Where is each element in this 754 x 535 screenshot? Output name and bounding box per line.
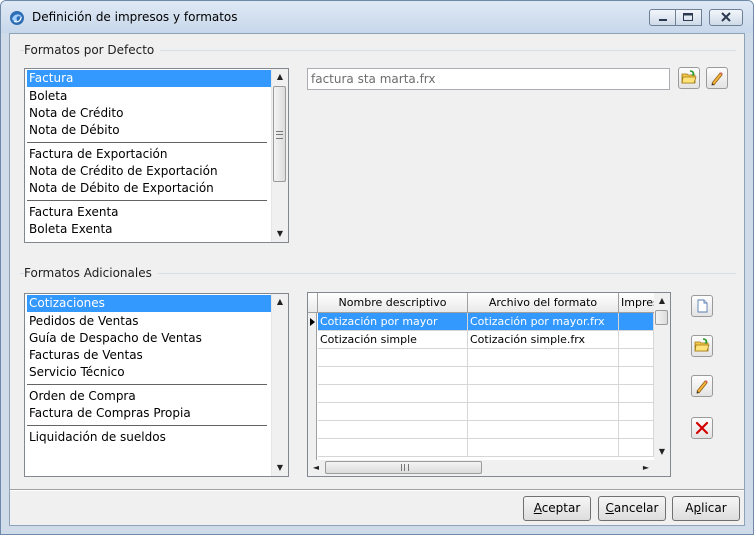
edit-default-format-button[interactable] xyxy=(706,67,728,89)
footer-separator xyxy=(10,489,744,491)
grid-row-empty[interactable] xyxy=(318,421,654,439)
accept-button[interactable]: Aceptar xyxy=(523,496,591,521)
list-separator xyxy=(27,384,267,385)
minimize-button[interactable] xyxy=(649,9,676,26)
list-item-factura[interactable]: Factura xyxy=(27,70,271,87)
scroll-thumb[interactable] xyxy=(273,86,286,182)
grid-cell-printer[interactable] xyxy=(619,331,654,348)
scroll-corner xyxy=(654,460,670,476)
default-formats-list[interactable]: Factura Boleta Nota de Crédito Nota de D… xyxy=(24,68,289,243)
delete-x-icon xyxy=(695,421,709,435)
column-header-archivo[interactable]: Archivo del formato xyxy=(468,293,619,312)
scroll-down-icon[interactable]: ▼ xyxy=(272,226,288,242)
list-item-liquidacion-sueldos[interactable]: Liquidación de sueldos xyxy=(27,429,271,446)
scroll-left-icon[interactable]: ◄ xyxy=(308,460,324,476)
list-separator xyxy=(27,200,267,201)
edit-pencil-icon xyxy=(711,72,723,86)
list-separator xyxy=(27,425,267,426)
grid-row-empty[interactable] xyxy=(318,367,654,385)
apply-button-label: Aplicar xyxy=(685,501,727,515)
edit-additional-format-button[interactable] xyxy=(691,375,713,397)
grid-header: Nombre descriptivo Archivo del formato I… xyxy=(308,293,654,313)
app-swirl-icon xyxy=(10,11,24,25)
grid-cell-name[interactable]: Cotización por mayor xyxy=(318,313,468,330)
list-item-factura-exenta[interactable]: Factura Exenta xyxy=(27,204,271,221)
grid-row-empty[interactable] xyxy=(318,439,654,457)
column-header-nombre[interactable]: Nombre descriptivo xyxy=(318,293,468,312)
list-item-servicio-tecnico[interactable]: Servicio Técnico xyxy=(27,364,271,381)
list-item-factura-exportacion[interactable]: Factura de Exportación xyxy=(27,146,271,163)
list-item-nota-debito-exportacion[interactable]: Nota de Débito de Exportación xyxy=(27,180,271,197)
list-item-orden-compra[interactable]: Orden de Compra xyxy=(27,388,271,405)
title-bar[interactable]: Definición de impresos y formatos xyxy=(1,1,753,33)
grid-cell-printer[interactable] xyxy=(619,313,654,330)
apply-button[interactable]: Aplicar xyxy=(672,496,740,521)
list-item-boleta[interactable]: Boleta xyxy=(27,88,271,105)
grid-cell-file[interactable]: Cotización por mayor.frx xyxy=(468,313,619,330)
additional-list-scrollbar[interactable]: ▲ ▼ xyxy=(271,294,288,476)
list-item-guia-despacho[interactable]: Guía de Despacho de Ventas xyxy=(27,330,271,347)
scroll-right-icon[interactable]: ► xyxy=(638,460,654,476)
maximize-button[interactable] xyxy=(676,9,702,26)
list-separator xyxy=(27,142,267,143)
new-document-icon xyxy=(697,299,708,313)
grid-vertical-scrollbar[interactable]: ▲ ▼ xyxy=(654,293,670,460)
grid-cell-name[interactable]: Cotización simple xyxy=(318,331,468,348)
close-icon xyxy=(721,12,731,22)
formats-grid[interactable]: Nombre descriptivo Archivo del formato I… xyxy=(307,292,671,477)
new-format-button[interactable] xyxy=(691,295,713,317)
grid-row[interactable]: Cotización por mayor Cotización por mayo… xyxy=(318,313,654,331)
scroll-down-icon[interactable]: ▼ xyxy=(272,460,288,476)
list-item-factura-compras[interactable]: Factura de Compras Propia xyxy=(27,405,271,422)
current-row-marker-icon xyxy=(310,318,315,326)
scroll-down-icon[interactable]: ▼ xyxy=(654,444,670,460)
default-list-scrollbar[interactable]: ▲ ▼ xyxy=(271,69,288,242)
maximize-icon xyxy=(683,13,693,21)
list-item-nota-debito[interactable]: Nota de Débito xyxy=(27,122,271,139)
open-format-button[interactable] xyxy=(678,67,700,89)
grid-row-empty[interactable] xyxy=(318,403,654,421)
close-button[interactable] xyxy=(709,9,743,26)
grid-row-empty[interactable] xyxy=(318,349,654,367)
cancel-button-label: Cancelar xyxy=(605,501,659,515)
list-item-facturas-ventas[interactable]: Facturas de Ventas xyxy=(27,347,271,364)
open-folder-icon xyxy=(694,338,710,352)
grid-body: Nombre descriptivo Archivo del formato I… xyxy=(308,293,654,460)
grid-row[interactable]: Cotización simple Cotización simple.frx xyxy=(318,331,654,349)
group-title-additional: Formatos Adicionales xyxy=(24,266,158,280)
additional-formats-list[interactable]: Cotizaciones Pedidos de Ventas Guía de D… xyxy=(24,293,289,477)
open-additional-format-button[interactable] xyxy=(691,335,713,357)
column-header-impresora[interactable]: Impres xyxy=(619,293,654,312)
list-item-pedidos-ventas[interactable]: Pedidos de Ventas xyxy=(27,313,271,330)
list-item-cotizaciones[interactable]: Cotizaciones xyxy=(27,295,271,312)
delete-format-button[interactable] xyxy=(691,417,713,439)
scroll-thumb[interactable] xyxy=(655,310,668,325)
edit-pencil-icon xyxy=(696,380,708,394)
scroll-thumb[interactable] xyxy=(325,461,482,474)
dialog-client-area: Formatos por Defecto Factura Boleta Nota… xyxy=(9,33,745,526)
list-item-nota-credito[interactable]: Nota de Crédito xyxy=(27,105,271,122)
window-title: Definición de impresos y formatos xyxy=(32,10,238,24)
scroll-up-icon[interactable]: ▲ xyxy=(654,293,670,309)
group-title-default: Formatos por Defecto xyxy=(24,43,161,57)
list-item-boleta-exenta[interactable]: Boleta Exenta xyxy=(27,221,271,238)
scroll-up-icon[interactable]: ▲ xyxy=(272,294,288,310)
dialog-window: Definición de impresos y formatos Format… xyxy=(0,0,754,535)
minimize-icon xyxy=(659,19,667,21)
cancel-button[interactable]: Cancelar xyxy=(598,496,666,521)
open-folder-icon xyxy=(681,70,697,84)
accept-button-label: Aceptar xyxy=(533,501,581,515)
grid-header-corner xyxy=(308,293,318,312)
scroll-up-icon[interactable]: ▲ xyxy=(272,69,288,85)
grid-cell-file[interactable]: Cotización simple.frx xyxy=(468,331,619,348)
grid-horizontal-scrollbar[interactable]: ◄ ► xyxy=(308,460,654,476)
grid-row-empty[interactable] xyxy=(318,385,654,403)
default-format-file-field[interactable]: factura sta marta.frx xyxy=(307,68,670,90)
list-item-nota-credito-exportacion[interactable]: Nota de Crédito de Exportación xyxy=(27,163,271,180)
